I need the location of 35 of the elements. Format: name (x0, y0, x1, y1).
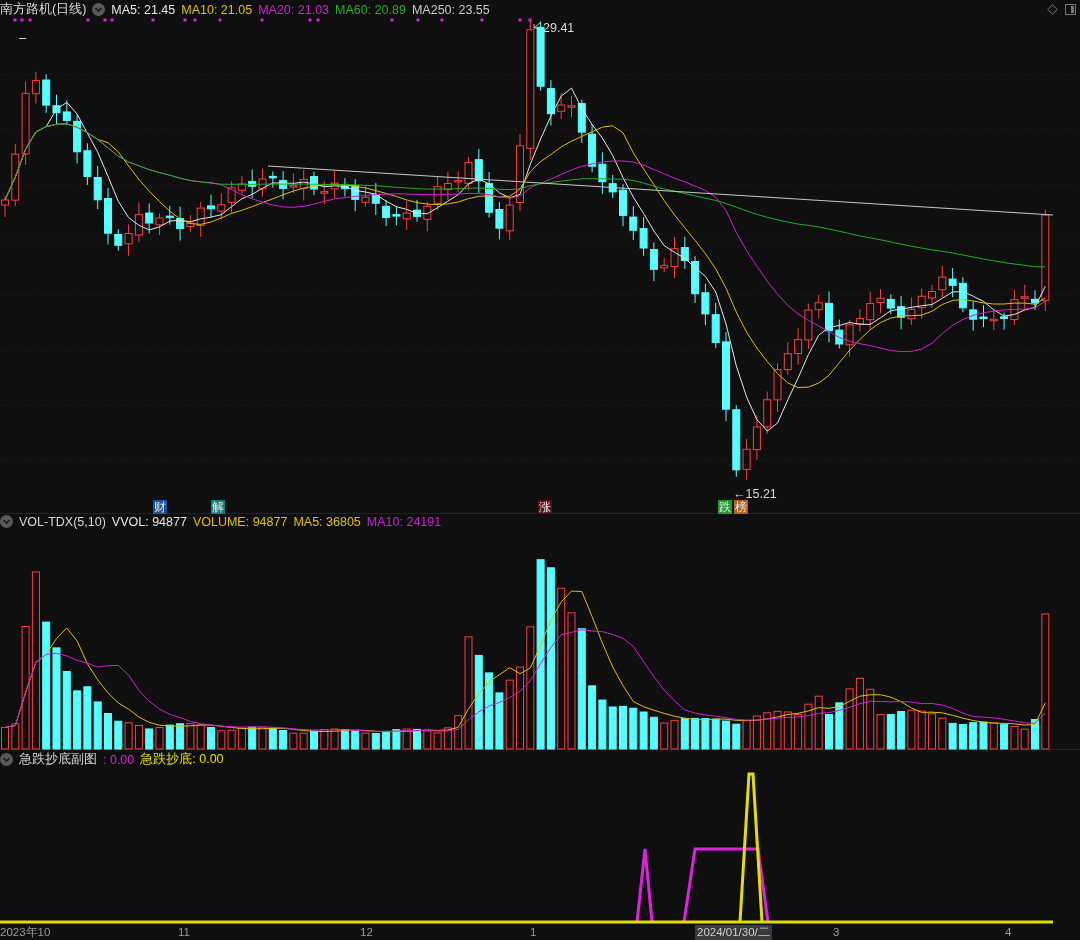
panel-title: VOL-TDX(5,10) (19, 514, 106, 529)
price-label: 29.41 (543, 21, 575, 35)
axis-label: 3 (833, 925, 840, 940)
event-marker[interactable]: 解 (211, 500, 225, 514)
indicator-value: : 0.00 (103, 752, 135, 767)
collapse-icon[interactable] (0, 515, 13, 529)
indicator-value: VOLUME: 94877 (192, 514, 288, 529)
indicator-value: MA10: 24191 (366, 514, 442, 529)
axis-label: 2023年10 (0, 925, 51, 940)
price-label: ←15.21 (733, 487, 777, 501)
indicator-value: MA60: 20.89 (335, 2, 406, 17)
arrow-icon (533, 21, 542, 29)
indicator-value: MA250: 23.55 (411, 2, 490, 17)
axis-label: 12 (360, 925, 373, 940)
panel-icon[interactable] (1065, 4, 1076, 15)
indicator-value: VVOL: 94877 (111, 514, 187, 529)
axis-label: 11 (178, 925, 190, 940)
event-marker[interactable]: 榜 (734, 500, 748, 514)
collapse-icon[interactable] (92, 3, 106, 16)
event-marker[interactable]: 跌 (718, 500, 732, 514)
indicator-value: MA5: 21.45 (111, 2, 176, 17)
axis-label: 2024/01/30/二 (695, 925, 772, 940)
diamond-icon[interactable] (1047, 4, 1058, 15)
indicator-value: MA20: 21.03 (258, 2, 330, 17)
collapse-icon[interactable] (0, 753, 13, 767)
axis-label: 4 (1005, 925, 1012, 940)
panel-title: 急跌抄底副图 (19, 751, 97, 769)
panel-title: 南方路机(日线) (0, 1, 87, 18)
event-marker[interactable]: 涨 (538, 500, 552, 514)
indicator-value: MA5: 36805 (293, 514, 361, 529)
dash-mark (18, 38, 27, 39)
axis-label: 1 (530, 925, 537, 940)
indicator-value: 急跌抄底: 0.00 (140, 751, 224, 769)
indicator-value: MA10: 21.05 (181, 2, 253, 17)
event-marker[interactable]: 财 (153, 500, 167, 514)
